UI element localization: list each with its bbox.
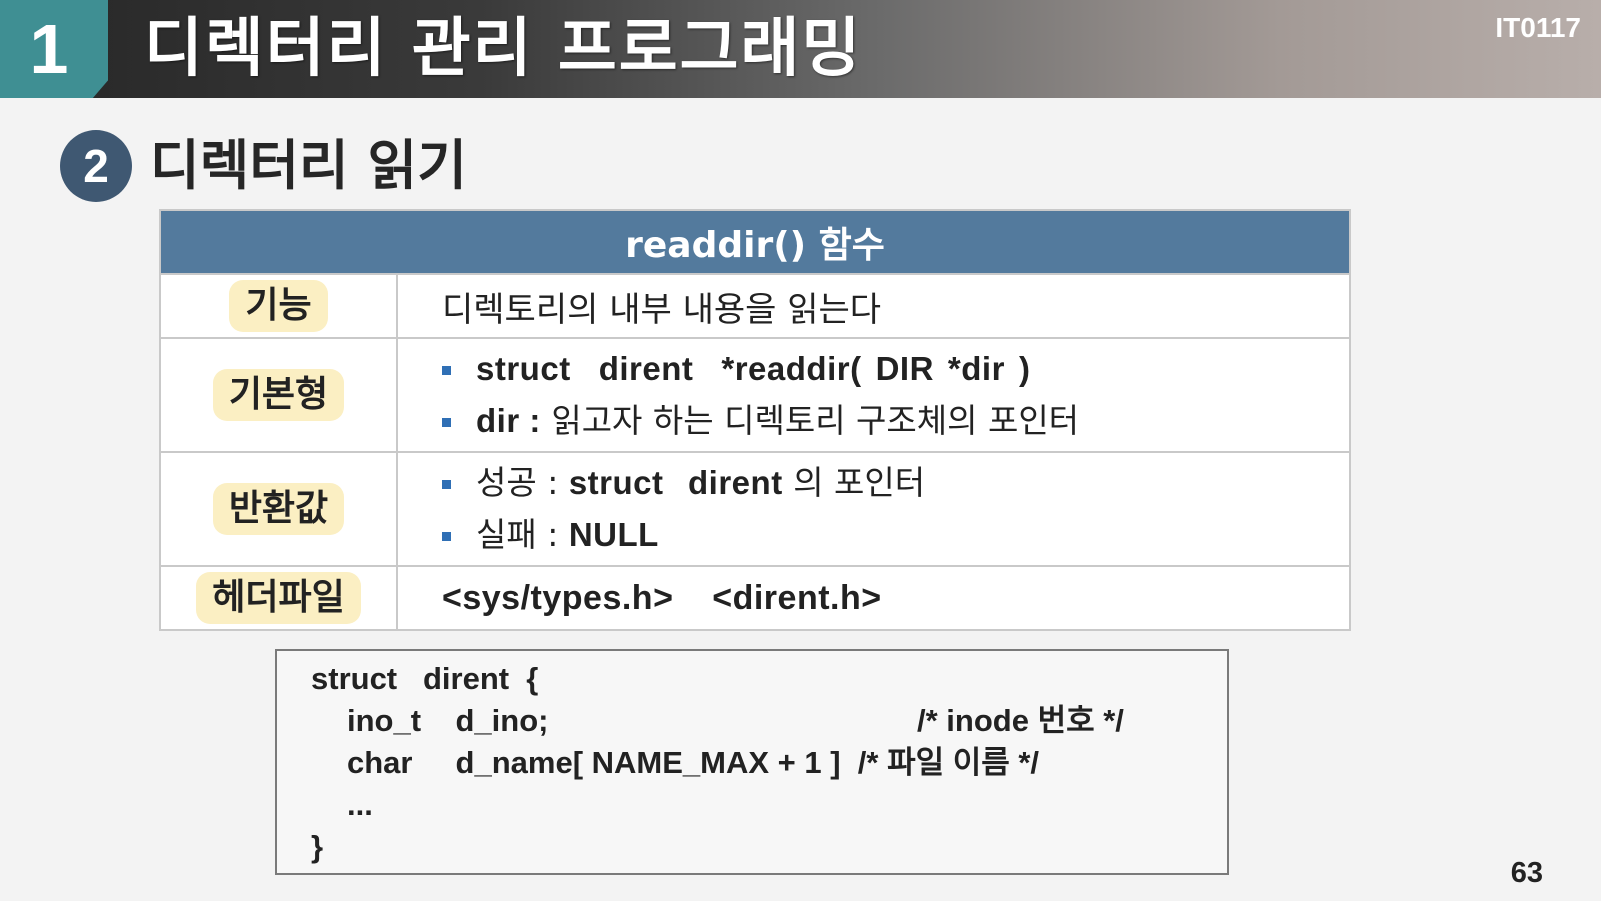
code-line-ino: ino_t d_ino; xyxy=(347,703,549,738)
course-code: IT0117 xyxy=(1495,12,1581,43)
row-content-function: 디렉토리의 내부 내용을 읽는다 xyxy=(396,273,1351,339)
list-item: dir : 읽고자 하는 디렉토리 구조체의 포인터 xyxy=(442,395,1349,447)
list-item: struct dirent *readdir(DIR *dir) xyxy=(442,343,1349,395)
code-line-struct-open: struct dirent { xyxy=(311,661,539,696)
readdir-function-table: readdir() 함수 기능 디렉토리의 내부 내용을 읽는다 기본형 str… xyxy=(159,209,1351,631)
chapter-number: 1 xyxy=(0,0,108,98)
chapter-header: 1 디렉터리 관리 프로그래밍 IT0117 xyxy=(0,0,1601,98)
table-heading: readdir() 함수 xyxy=(159,209,1351,275)
row-label-function: 기능 xyxy=(229,280,328,332)
list-item: 실패 : NULL xyxy=(442,509,1349,561)
list-item: 성공 : struct dirent 의 포인터 xyxy=(442,457,1349,509)
code-line-struct-close: } xyxy=(311,829,324,864)
section-number-badge: 2 xyxy=(60,130,132,202)
code-line-ellipsis: ... xyxy=(347,787,373,822)
header-file-sys-types: <sys/types.h> xyxy=(442,579,674,617)
table-row-prototype: 기본형 struct dirent *readdir(DIR *dir) dir : … xyxy=(159,337,1351,453)
row-label-prototype: 기본형 xyxy=(212,369,345,421)
section-title: 디렉터리 읽기 xyxy=(150,134,467,197)
page-number: 63 xyxy=(1510,857,1543,889)
prototype-bullets: struct dirent *readdir(DIR *dir) dir : 읽고자 … xyxy=(442,343,1349,447)
row-label-return-value: 반환값 xyxy=(212,483,345,535)
code-line-name: char d_name[ NAME_MAX + 1 ] /* 파일 이름 */ xyxy=(347,745,1040,780)
table-row-return-value: 반환값 성공 : struct dirent 의 포인터 실패 : NULL xyxy=(159,451,1351,567)
table-row-header-files: 헤더파일 <sys/types.h> <dirent.h> xyxy=(159,565,1351,631)
return-value-bullets: 성공 : struct dirent 의 포인터 실패 : NULL xyxy=(442,457,1349,561)
row-label-header-files: 헤더파일 xyxy=(196,572,361,624)
header-file-dirent: <dirent.h> xyxy=(712,579,882,617)
table-row-function: 기능 디렉토리의 내부 내용을 읽는다 xyxy=(159,273,1351,339)
code-line-ino-comment: /* inode 번호 */ xyxy=(917,703,1124,738)
struct-dirent-code-box: struct dirent { ino_t d_ino; /* inode 번호… xyxy=(275,649,1229,875)
chapter-title: 디렉터리 관리 프로그래밍 xyxy=(144,12,863,86)
